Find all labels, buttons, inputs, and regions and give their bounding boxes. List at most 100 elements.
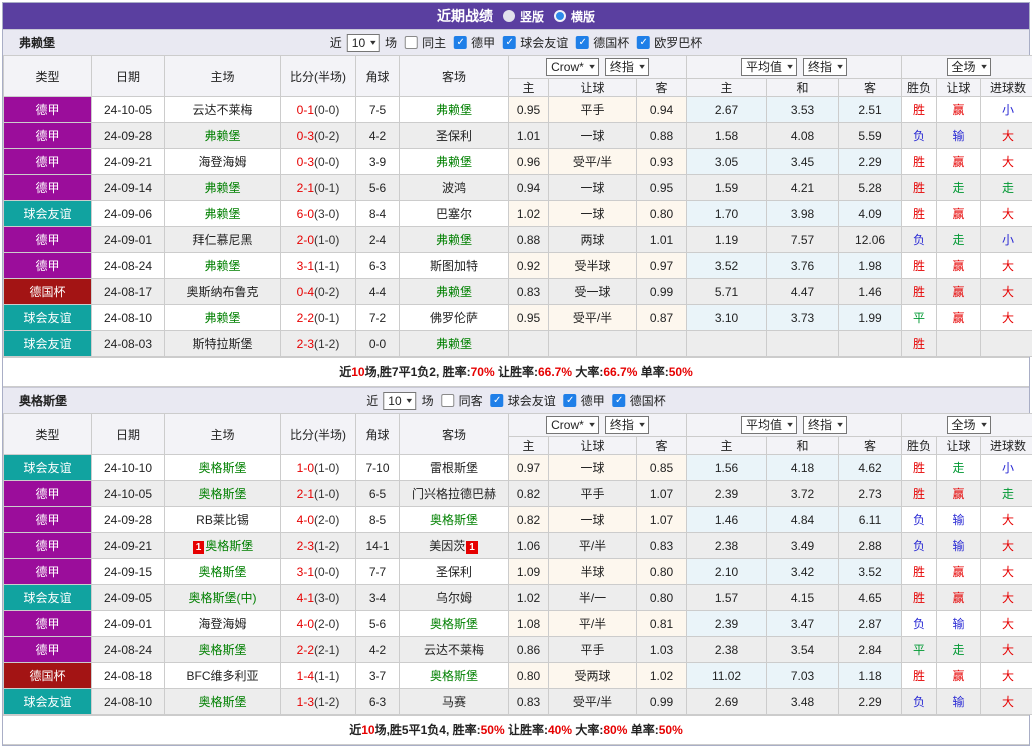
home-team-name: 弗赖堡 bbox=[204, 259, 240, 273]
average-odds-cell-2: 4.84 bbox=[767, 507, 839, 533]
score-cell: 6-0(3-0) bbox=[281, 201, 356, 227]
league-label-4: 欧罗巴杯 bbox=[654, 34, 702, 51]
date-cell: 24-09-15 bbox=[92, 559, 165, 585]
average-odds-cell-1: 2.39 bbox=[687, 611, 767, 637]
corner-cell: 8-5 bbox=[356, 507, 400, 533]
table-row: 德甲24-09-28RB莱比锡4-0(2-0)8-5奥格斯堡0.82一球1.07… bbox=[4, 507, 1032, 533]
home-team-name: 海登海姆 bbox=[198, 617, 246, 631]
same-venue-checkbox[interactable] bbox=[405, 36, 418, 49]
games-label: 场 bbox=[422, 392, 434, 409]
corner-cell: 7-7 bbox=[356, 559, 400, 585]
same-venue-checkbox[interactable] bbox=[442, 394, 455, 407]
crow-odds-select[interactable]: Crow*▾ bbox=[546, 58, 599, 76]
average-odds-cell-1: 5.71 bbox=[687, 279, 767, 305]
score-cell: 2-2(0-1) bbox=[281, 305, 356, 331]
full-match-select[interactable]: 全场▾ bbox=[947, 58, 991, 76]
col-header-1: 类型 bbox=[4, 414, 92, 455]
stats-segment: 单率: bbox=[627, 723, 658, 737]
halftime-score: (1-2) bbox=[314, 337, 339, 351]
away-team-cell: 圣保利 bbox=[400, 559, 509, 585]
odds-cell-3: 0.80 bbox=[637, 585, 687, 611]
layout-radio-vertical[interactable]: 竖版 bbox=[503, 8, 544, 25]
corner-cell: 7-10 bbox=[356, 455, 400, 481]
match-count-select-value: 10 bbox=[352, 36, 365, 50]
odds-cell-1: 0.83 bbox=[509, 279, 549, 305]
home-team-name: 弗赖堡 bbox=[204, 207, 240, 221]
stats-segment: 大率: bbox=[572, 365, 603, 379]
average-odds-cell-3: 1.46 bbox=[839, 279, 902, 305]
radio-selected-icon[interactable] bbox=[554, 10, 566, 22]
corner-cell: 6-3 bbox=[356, 689, 400, 715]
result-cell-2: 输 bbox=[937, 507, 981, 533]
near-label: 近 bbox=[330, 34, 342, 51]
league-checkbox-1[interactable]: ✓ bbox=[491, 394, 504, 407]
radio-unselected-icon[interactable] bbox=[503, 10, 515, 22]
league-checkbox-1[interactable]: ✓ bbox=[454, 36, 467, 49]
full-match-select[interactable]: 全场▾ bbox=[947, 416, 991, 434]
home-team-name: 奥格斯堡 bbox=[198, 565, 246, 579]
odds-cell-3 bbox=[637, 331, 687, 357]
league-label-3: 德国杯 bbox=[593, 34, 629, 51]
result-cell-1: 胜 bbox=[902, 481, 937, 507]
match-count-select[interactable]: 10▾ bbox=[383, 392, 416, 410]
stats-segment: 让胜率: bbox=[495, 365, 538, 379]
fullmatch-group-header: 全场▾ bbox=[902, 414, 1032, 437]
odds-cell-1: 0.95 bbox=[509, 97, 549, 123]
final-odds-select-2[interactable]: 终指▾ bbox=[803, 58, 847, 76]
odds-cell-2: 受一球 bbox=[549, 279, 637, 305]
final-odds-select[interactable]: 终指▾ bbox=[605, 58, 649, 76]
final-odds-select[interactable]: 终指▾ bbox=[605, 416, 649, 434]
average-odds-cell-3: 6.11 bbox=[839, 507, 902, 533]
home-team-cell: 弗赖堡 bbox=[165, 253, 281, 279]
results-table: 类型日期主场比分(半场)角球客场Crow*▾终指▾平均值▾终指▾全场▾主让球客主… bbox=[3, 55, 1032, 357]
halftime-score: (1-1) bbox=[314, 259, 339, 273]
odds-cell-1: 1.09 bbox=[509, 559, 549, 585]
corner-cell: 0-0 bbox=[356, 331, 400, 357]
odds-cell-3: 0.83 bbox=[637, 533, 687, 559]
average-odds-cell-1: 11.02 bbox=[687, 663, 767, 689]
page-title: 近期战绩 bbox=[437, 6, 493, 26]
result-cell-2: 走 bbox=[937, 175, 981, 201]
date-cell: 24-10-05 bbox=[92, 481, 165, 507]
average-odds-cell-3: 2.87 bbox=[839, 611, 902, 637]
halftime-score: (0-2) bbox=[314, 285, 339, 299]
table-row: 德甲24-09-14弗赖堡2-1(0-1)5-6波鸿0.94一球0.951.59… bbox=[4, 175, 1032, 201]
league-checkbox-2[interactable]: ✓ bbox=[564, 394, 577, 407]
league-checkbox-3[interactable]: ✓ bbox=[576, 36, 589, 49]
average-odds-cell-1: 3.05 bbox=[687, 149, 767, 175]
sub-col-header-6: 客 bbox=[839, 79, 902, 97]
away-team-cell: 美因茨1 bbox=[400, 533, 509, 559]
check-icon: ✓ bbox=[566, 395, 574, 406]
average-odds-select[interactable]: 平均值▾ bbox=[741, 58, 797, 76]
fulltime-score: 1-3 bbox=[297, 695, 314, 709]
corner-cell: 5-6 bbox=[356, 175, 400, 201]
odds-cell-3: 1.03 bbox=[637, 637, 687, 663]
league-checkbox-4[interactable]: ✓ bbox=[637, 36, 650, 49]
average-odds-cell-3: 2.29 bbox=[839, 149, 902, 175]
result-cell-3: 小 bbox=[981, 455, 1032, 481]
home-team-name: RB莱比锡 bbox=[196, 513, 249, 527]
near-label: 近 bbox=[366, 392, 378, 409]
sections-root: 弗赖堡近10▾场同主✓德甲✓球会友谊✓德国杯✓欧罗巴杯类型日期主场比分(半场)角… bbox=[3, 29, 1029, 745]
layout-radio-horizontal[interactable]: 横版 bbox=[554, 8, 595, 25]
average-odds-select-value: 平均值 bbox=[746, 60, 782, 74]
match-count-select[interactable]: 10▾ bbox=[347, 34, 380, 52]
away-team-name: 弗赖堡 bbox=[436, 285, 472, 299]
league-checkbox-2[interactable]: ✓ bbox=[503, 36, 516, 49]
result-cell-2: 输 bbox=[937, 533, 981, 559]
crow-odds-select[interactable]: Crow*▾ bbox=[546, 416, 599, 434]
col-header-3: 主场 bbox=[165, 414, 281, 455]
sub-col-header-5: 和 bbox=[767, 437, 839, 455]
away-team-name: 云达不莱梅 bbox=[424, 643, 484, 657]
result-cell-3: 大 bbox=[981, 585, 1032, 611]
score-cell: 2-1(0-1) bbox=[281, 175, 356, 201]
average-odds-select[interactable]: 平均值▾ bbox=[741, 416, 797, 434]
final-odds-select-2[interactable]: 终指▾ bbox=[803, 416, 847, 434]
odds-cell-3: 1.01 bbox=[637, 227, 687, 253]
stats-segment: 50% bbox=[659, 723, 683, 737]
home-team-cell: 奥格斯堡 bbox=[165, 455, 281, 481]
results-section-1: 弗赖堡近10▾场同主✓德甲✓球会友谊✓德国杯✓欧罗巴杯类型日期主场比分(半场)角… bbox=[3, 29, 1029, 387]
odds-cell-3: 0.80 bbox=[637, 201, 687, 227]
odds-cell-1: 1.08 bbox=[509, 611, 549, 637]
league-checkbox-3[interactable]: ✓ bbox=[613, 394, 626, 407]
